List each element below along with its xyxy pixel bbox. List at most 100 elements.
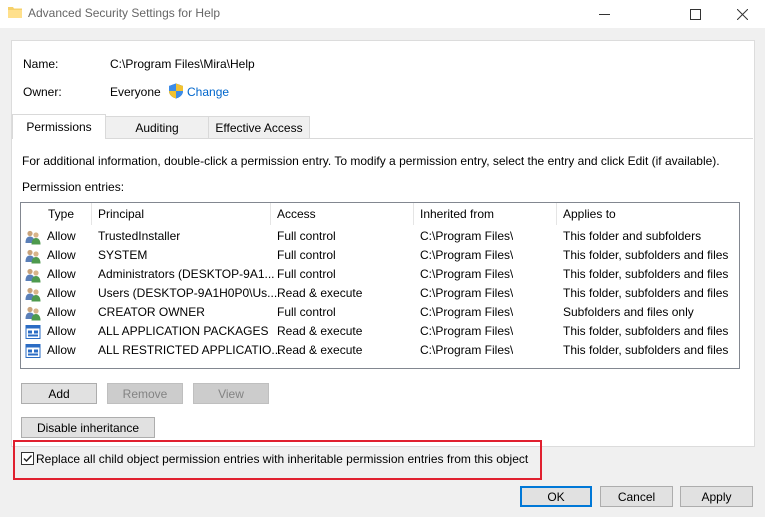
apply-button[interactable]: Apply [680,486,753,507]
cell-access: Read & execute [277,343,363,357]
column-header-applies-to[interactable]: Applies to [557,203,739,225]
tab-permissions[interactable]: Permissions [12,114,106,139]
package-icon [25,324,41,340]
column-header-type[interactable]: Type [42,203,92,225]
tab-auditing[interactable]: Auditing [104,116,210,138]
close-icon [736,8,748,20]
cell-type: Allow [47,305,76,319]
table-row[interactable]: Allow Users (DESKTOP-9A1H0P0\Us... Read & … [21,284,739,303]
column-header-label: Access [277,207,316,221]
cell-applies: This folder, subfolders and files [563,343,729,357]
change-owner-link[interactable]: Change [187,85,229,99]
tab-label: Permissions [26,120,92,134]
minimize-icon [598,13,610,15]
maximize-button[interactable] [672,0,718,28]
column-header-label: Applies to [563,207,616,221]
cancel-button[interactable]: Cancel [600,486,673,507]
replace-permissions-label[interactable]: Replace all child object permission entr… [36,452,528,466]
users-icon [25,286,41,302]
tab-label: Effective Access [215,120,303,135]
cell-type: Allow [47,229,76,243]
cell-type: Allow [47,343,76,357]
owner-label: Owner: [23,85,62,99]
cell-access: Full control [277,229,336,243]
cell-principal: ALL APPLICATION PACKAGES [98,324,269,338]
remove-button[interactable]: Remove [107,383,183,404]
cell-inherited: C:\Program Files\ [420,286,514,300]
table-row[interactable]: Allow Administrators (DESKTOP-9A1... Full … [21,265,739,284]
ok-button-label: OK [547,489,565,504]
replace-permissions-checkbox[interactable] [21,452,34,465]
disable-inheritance-label: Disable inheritance [36,420,140,435]
cell-principal: TrustedInstaller [98,229,181,243]
cell-type: Allow [47,286,76,300]
users-icon [25,267,41,283]
column-header-access[interactable]: Access [271,203,414,225]
view-button[interactable]: View [193,383,269,404]
users-icon [25,229,41,245]
cell-applies: This folder, subfolders and files [563,324,729,338]
cell-applies: This folder, subfolders and files [563,267,729,281]
cell-type: Allow [47,248,76,262]
column-header-label: Inherited from [420,207,495,221]
cell-type: Allow [47,324,76,338]
cell-access: Read & execute [277,324,363,338]
cell-principal: CREATOR OWNER [98,305,205,319]
cell-principal: Users (DESKTOP-9A1H0P0\Us... [98,286,278,300]
info-text: For additional information, double-click… [22,154,720,168]
checkmark-icon [23,455,33,463]
window-title: Advanced Security Settings for Help [28,6,221,20]
column-header-label: Type [48,207,75,221]
add-button-label: Add [48,386,70,401]
table-row[interactable]: Allow SYSTEM Full control C:\Program Files\… [21,246,739,265]
users-icon [25,248,41,264]
cell-inherited: C:\Program Files\ [420,267,514,281]
cancel-button-label: Cancel [617,489,656,504]
cell-access: Full control [277,267,336,281]
cell-inherited: C:\Program Files\ [420,229,514,243]
add-button[interactable]: Add [21,383,97,404]
table-row[interactable]: Allow TrustedInstaller Full control C:\Prog… [21,227,739,246]
permission-entries-list[interactable]: Type Principal Access Inherited from App… [20,202,740,369]
owner-value: Everyone [110,85,161,99]
cell-applies: This folder and subfolders [563,229,702,243]
table-row[interactable]: Allow ALL APPLICATION PACKAGES Read & exec… [21,322,739,341]
column-header-label: Principal [98,207,145,221]
remove-button-label: Remove [122,386,168,401]
cell-inherited: C:\Program Files\ [420,324,514,338]
users-icon [25,305,41,321]
apply-button-label: Apply [701,489,732,504]
disable-inheritance-button[interactable]: Disable inheritance [21,417,155,438]
cell-applies: This folder, subfolders and files [563,286,729,300]
tab-label: Auditing [135,120,179,135]
title-bar: Advanced Security Settings for Help [0,0,765,28]
cell-inherited: C:\Program Files\ [420,343,514,357]
folder-icon [8,7,22,18]
cell-access: Read & execute [277,286,363,300]
tab-divider [12,138,753,139]
cell-principal: Administrators (DESKTOP-9A1... [98,267,275,281]
package-icon [25,343,41,359]
cell-applies: Subfolders and files only [563,305,694,319]
cell-access: Full control [277,248,336,262]
close-button[interactable] [719,0,765,28]
permission-entries-label: Permission entries: [22,180,125,194]
name-value: C:\Program Files\Mira\Help [110,57,255,71]
minimize-button[interactable] [581,0,627,28]
cell-inherited: C:\Program Files\ [420,305,514,319]
cell-access: Full control [277,305,336,319]
table-row[interactable]: Allow ALL RESTRICTED APPLICATIO... Read & … [21,341,739,360]
view-button-label: View [218,386,244,401]
uac-shield-icon [169,83,183,99]
table-row[interactable]: Allow CREATOR OWNER Full control C:\Program… [21,303,739,322]
cell-principal: SYSTEM [98,248,148,262]
tab-effective-access[interactable]: Effective Access [208,116,310,138]
maximize-icon [689,8,701,20]
cell-principal: ALL RESTRICTED APPLICATIO... [98,343,282,357]
ok-button[interactable]: OK [520,486,592,507]
column-header-inherited-from[interactable]: Inherited from [414,203,557,225]
cell-type: Allow [47,267,76,281]
cell-inherited: C:\Program Files\ [420,248,514,262]
column-header-principal[interactable]: Principal [92,203,271,225]
cell-applies: This folder, subfolders and files [563,248,729,262]
